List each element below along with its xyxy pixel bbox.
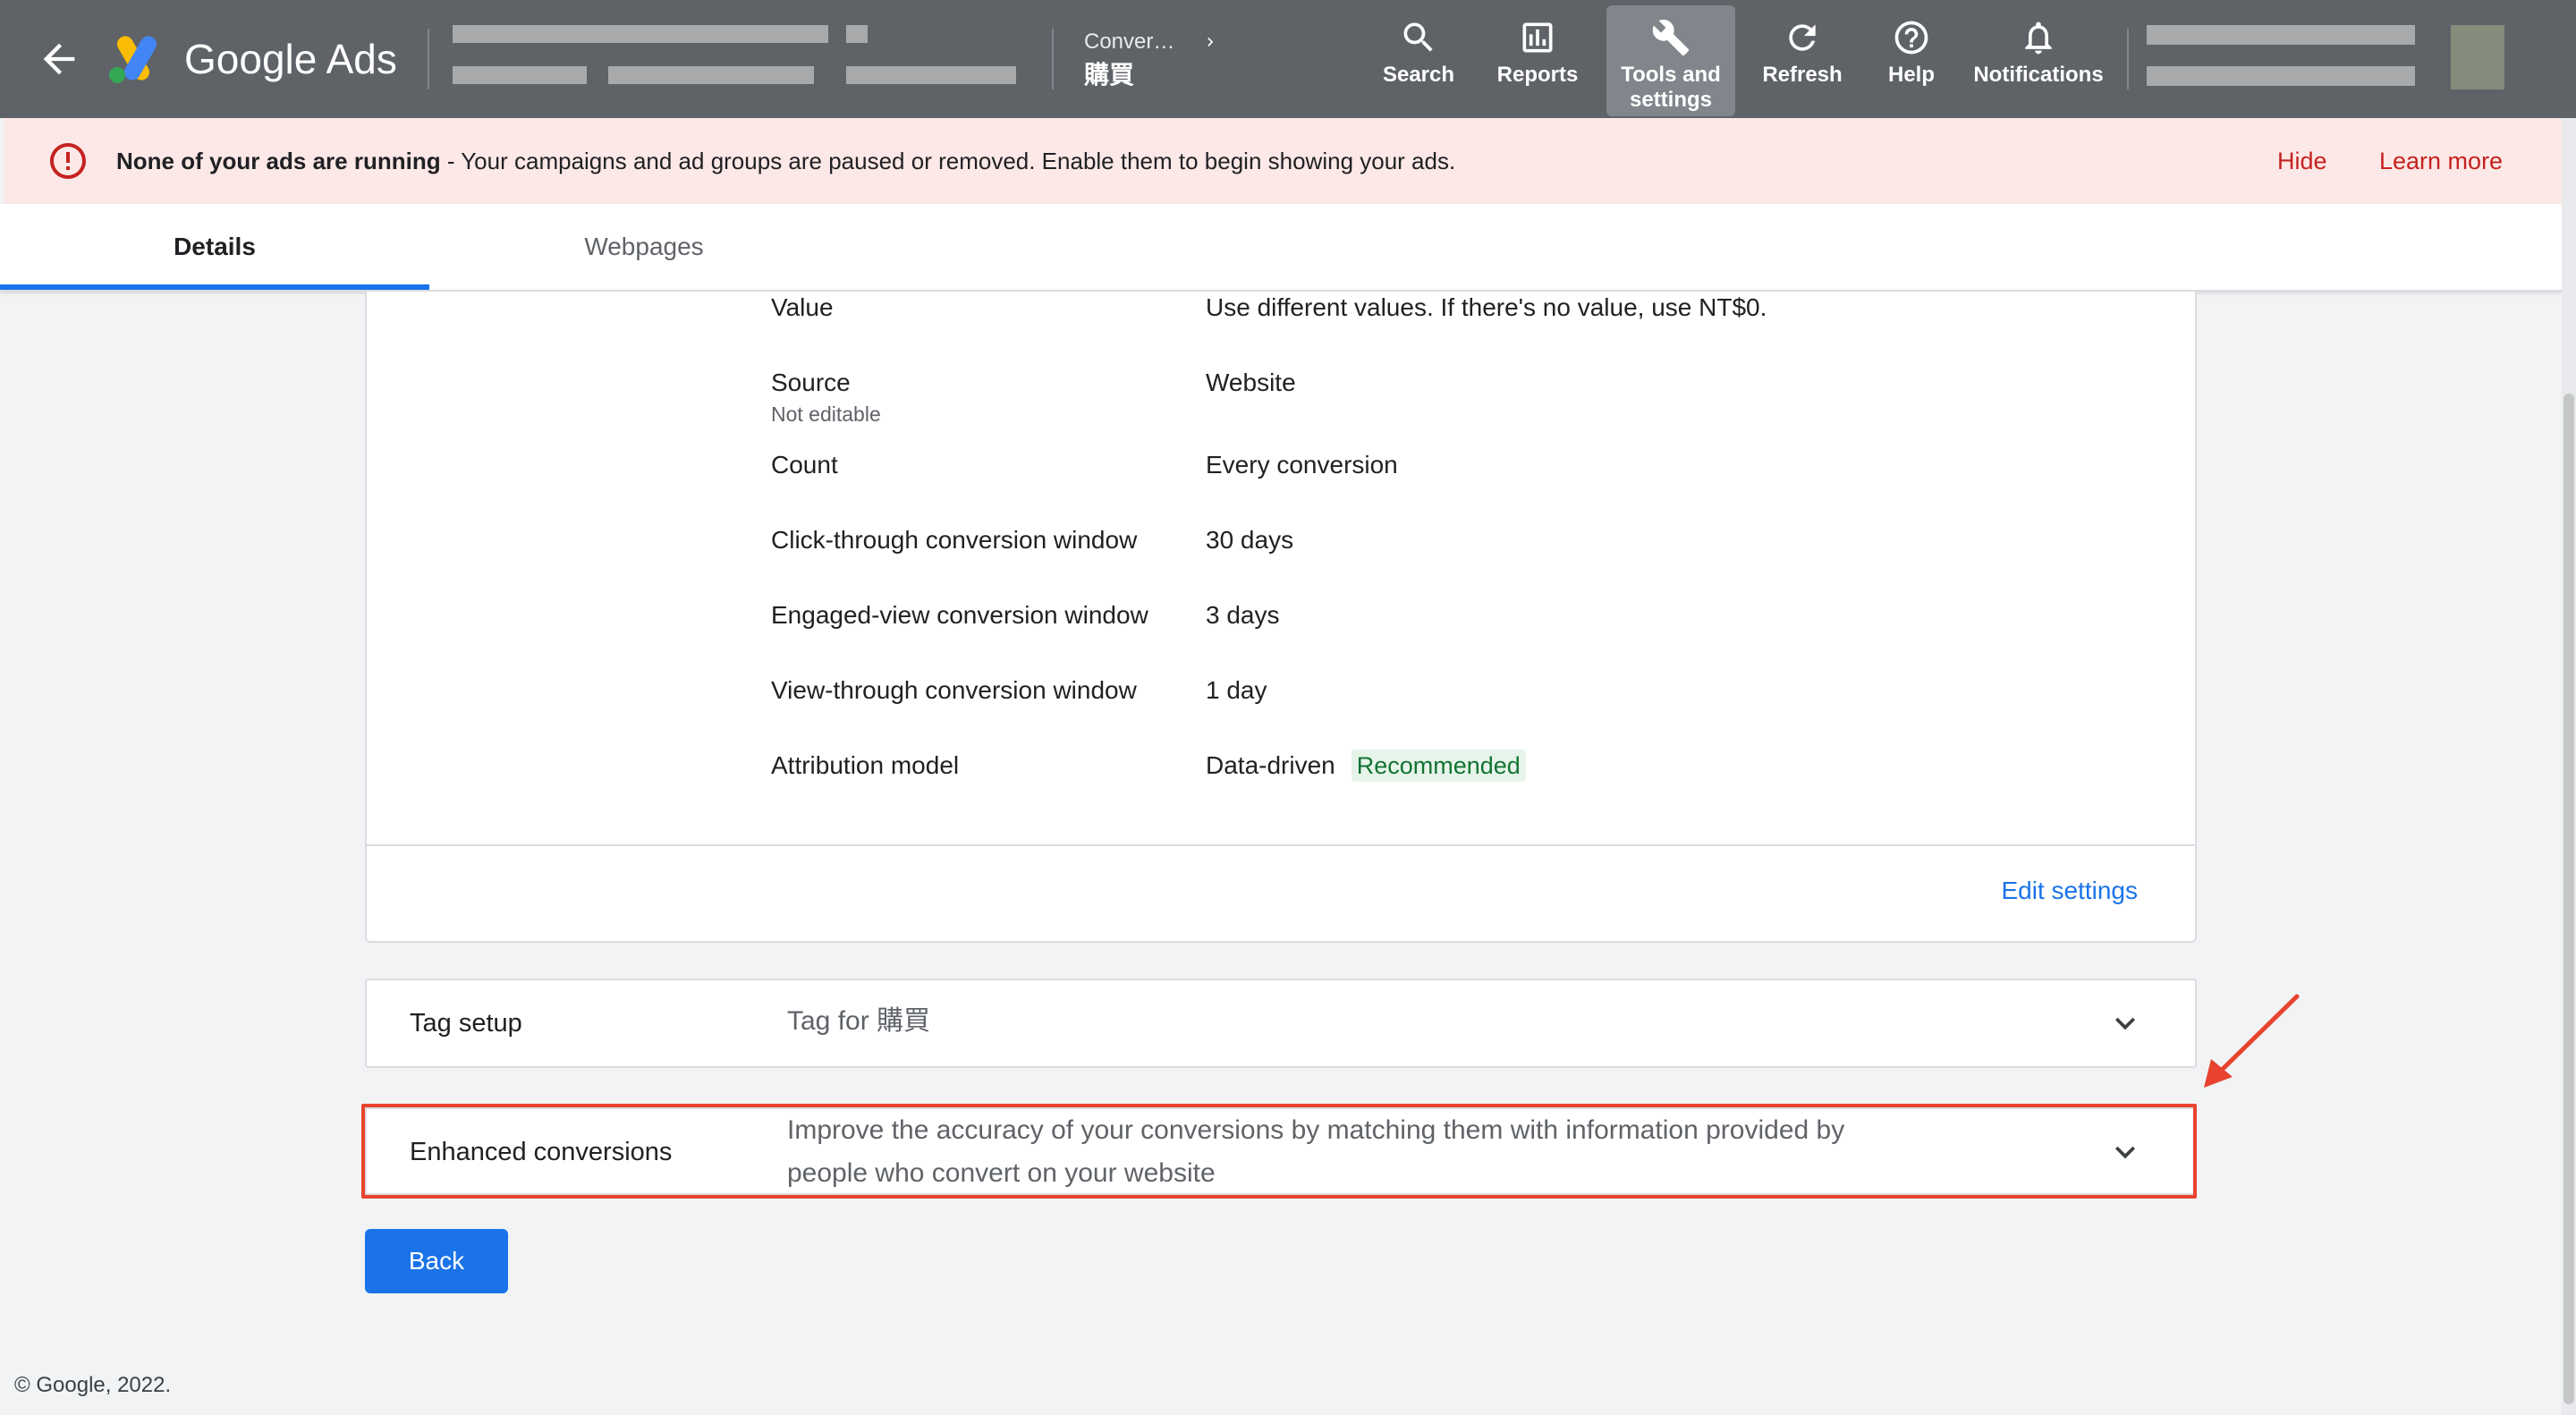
conversion-settings-card: Value Use different values. If there's n… — [365, 292, 2197, 943]
setting-value-click-through: 30 days — [1206, 526, 1294, 554]
setting-value-count: Every conversion — [1206, 451, 1398, 479]
help-icon — [1894, 21, 1928, 55]
highlight-box — [361, 1104, 2197, 1199]
chevron-right-icon — [1208, 38, 1214, 47]
nav-help-button[interactable]: Help — [1871, 5, 1952, 116]
setting-label-view-through: View-through conversion window — [771, 676, 1137, 704]
alert-message: None of your ads are running - Your camp… — [116, 148, 1456, 174]
setting-sub-source: Not editable — [771, 402, 881, 426]
tag-setup-panel[interactable]: Tag setup Tag for 購買 — [365, 979, 2197, 1068]
alert-hide-link[interactable]: Hide — [2277, 145, 2327, 177]
edit-settings-link[interactable]: Edit settings — [2001, 875, 2138, 907]
chevron-down-icon[interactable] — [2106, 1004, 2145, 1043]
back-arrow-icon[interactable] — [36, 36, 82, 82]
recommended-badge: Recommended — [1351, 750, 1526, 782]
breadcrumb[interactable]: Conver… 購買 — [1084, 29, 1219, 91]
header-divider — [1052, 29, 1054, 89]
setting-label-click-through: Click-through conversion window — [771, 526, 1138, 554]
setting-label-count: Count — [771, 451, 838, 479]
setting-value-value: Use different values. If there's no valu… — [1206, 293, 1767, 321]
setting-label-value: Value — [771, 293, 834, 321]
back-button[interactable]: Back — [365, 1229, 508, 1293]
alert-learn-more-link[interactable]: Learn more — [2379, 145, 2503, 177]
bell-icon — [2025, 21, 2052, 55]
scrollbar-thumb[interactable] — [2563, 394, 2574, 1404]
wrench-icon — [1652, 20, 1690, 56]
setting-label-engaged-view: Engaged-view conversion window — [771, 601, 1148, 629]
header-divider — [428, 29, 429, 89]
reports-icon — [1522, 22, 1553, 53]
top-app-bar: Google Ads Conver… 購買 Search Reports Too… — [0, 0, 2576, 118]
search-icon — [1403, 22, 1433, 52]
error-icon — [50, 143, 86, 179]
google-ads-logo-icon[interactable] — [106, 32, 165, 86]
page-tabs: Details Webpages — [0, 204, 2562, 292]
nav-notifications-button[interactable]: Notifications — [1964, 5, 2113, 116]
breadcrumb-current: 購買 — [1084, 61, 1135, 89]
setting-value-engaged-view: 3 days — [1206, 601, 1280, 629]
header-divider — [2127, 29, 2129, 89]
setting-value-source: Website — [1206, 369, 1296, 396]
nav-tools-settings-button[interactable]: Tools and settings — [1606, 5, 1735, 116]
copyright: © Google, 2022. — [14, 1373, 172, 1397]
card-divider — [367, 844, 2195, 846]
tab-details[interactable]: Details — [0, 204, 429, 290]
breadcrumb-parent[interactable]: Conver… — [1084, 29, 1174, 55]
tag-setup-desc: Tag for 購買 — [787, 1006, 931, 1036]
ads-not-running-alert: None of your ads are running - Your camp… — [4, 118, 2562, 204]
nav-refresh-button[interactable]: Refresh — [1753, 5, 1852, 116]
tab-webpages[interactable]: Webpages — [429, 204, 859, 290]
account-info-redacted[interactable] — [453, 25, 1016, 89]
annotation-arrow-icon — [2204, 994, 2300, 1088]
setting-value-attribution: Data-driven Recommended — [1206, 750, 1526, 782]
nav-reports-button[interactable]: Reports — [1485, 5, 1590, 116]
setting-value-view-through: 1 day — [1206, 676, 1267, 704]
nav-search-button[interactable]: Search — [1368, 5, 1469, 116]
refresh-icon — [1789, 24, 1816, 51]
tag-setup-title: Tag setup — [410, 1009, 522, 1038]
product-name[interactable]: Google Ads — [184, 32, 397, 86]
setting-label-source: Source — [771, 369, 851, 396]
setting-label-attribution: Attribution model — [771, 751, 960, 779]
profile-info-redacted[interactable] — [2147, 25, 2504, 89]
